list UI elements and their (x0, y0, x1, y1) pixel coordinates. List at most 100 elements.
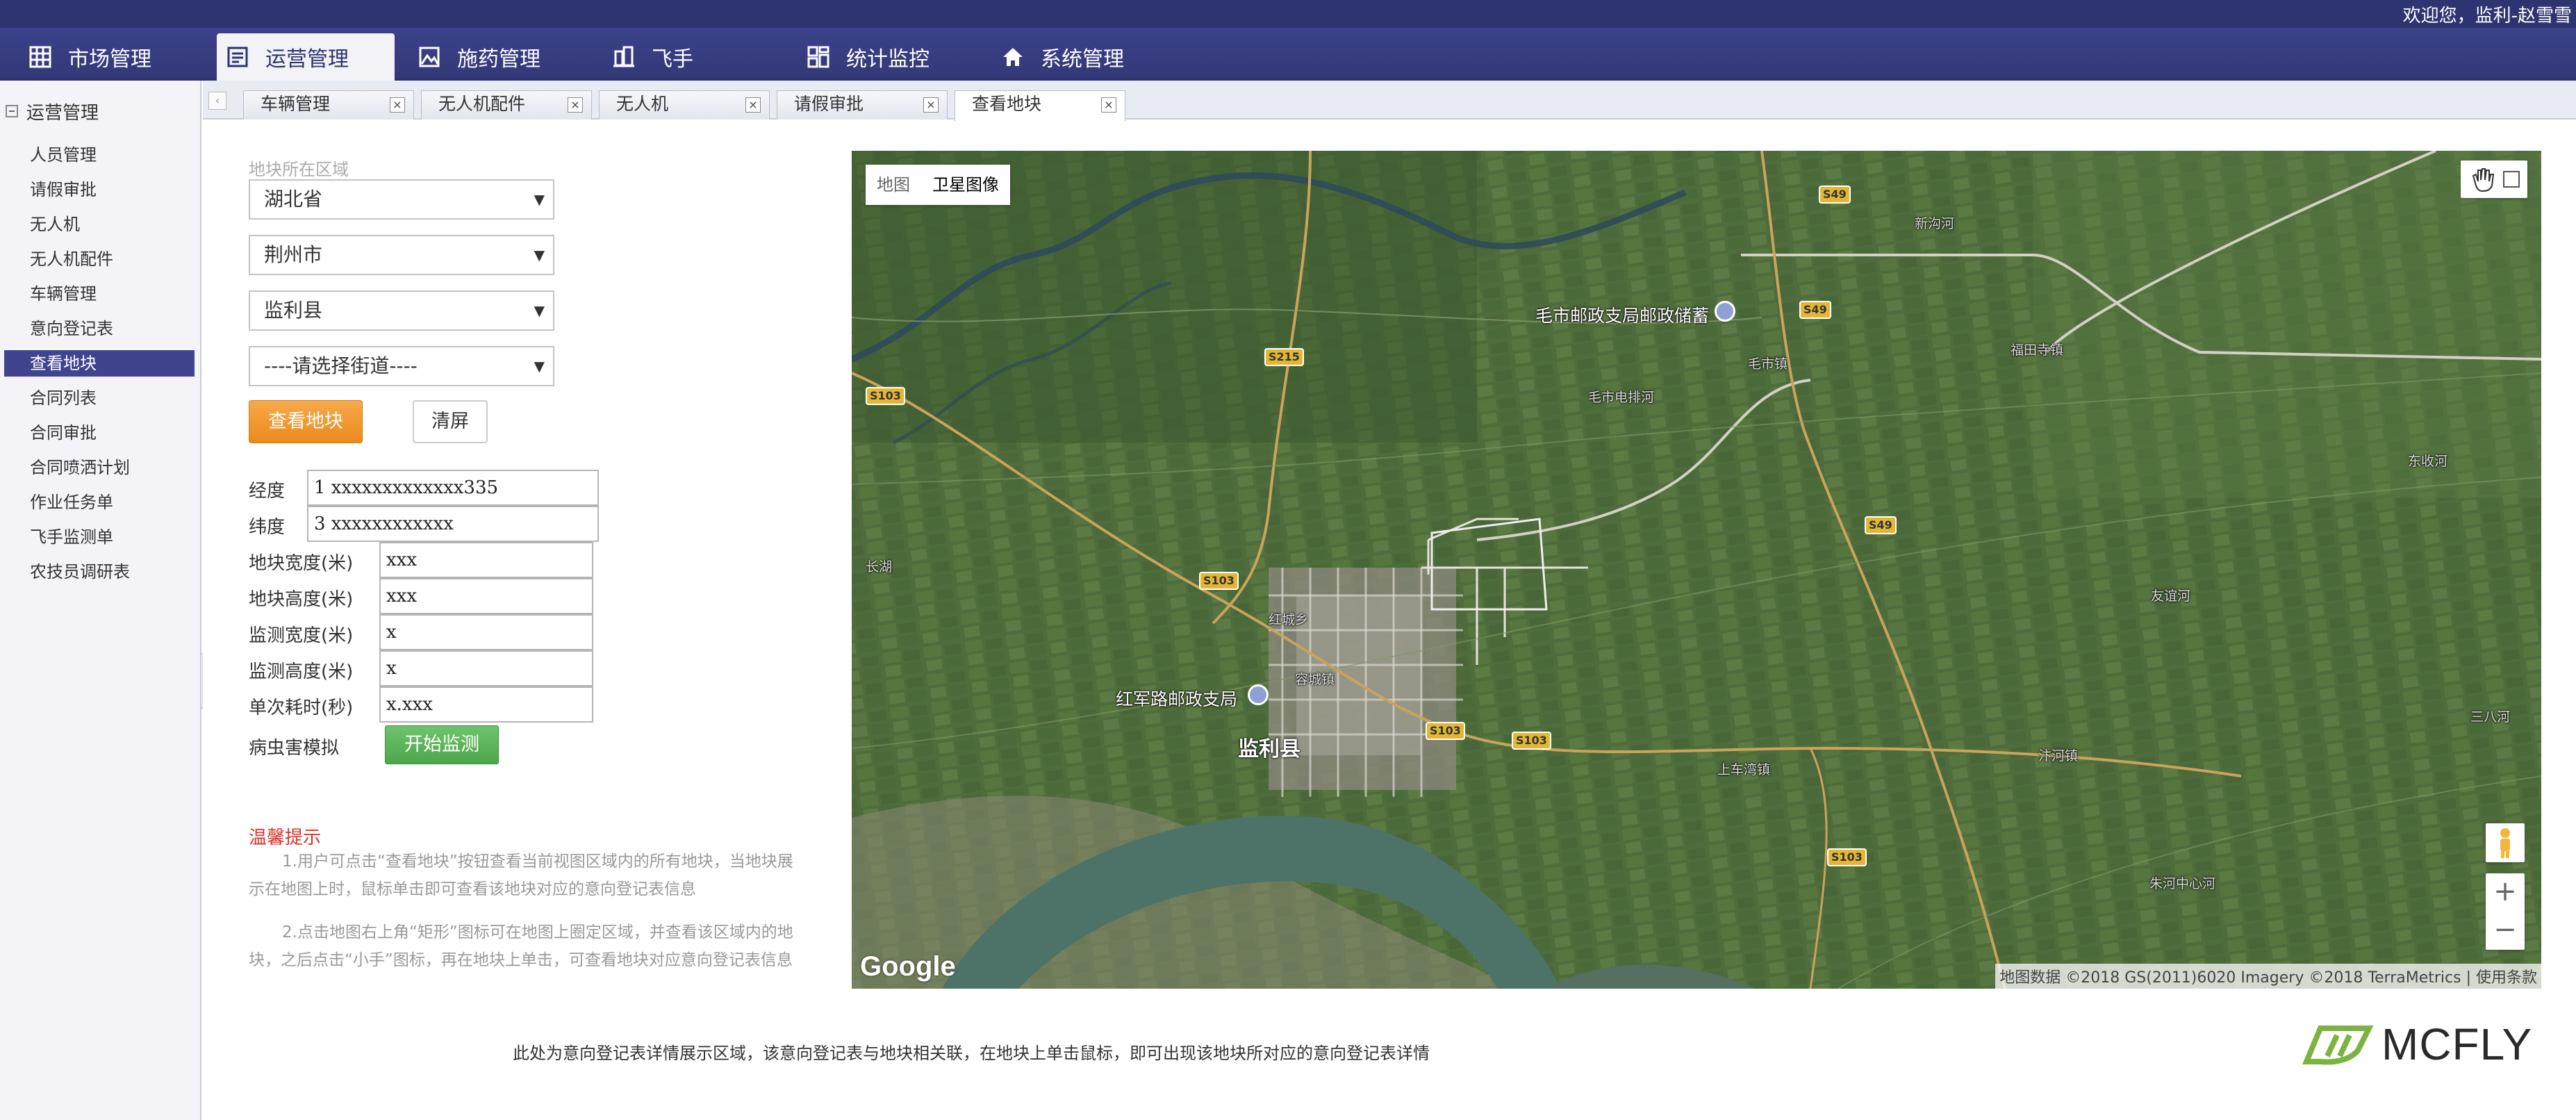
tab-vehicles[interactable]: 车辆管理 × (243, 90, 414, 120)
map-attribution[interactable]: 地图数据 ©2018 GS(2011)6020 Imagery ©2018 Te… (1995, 964, 2541, 989)
map-label-maoshidian: 毛市电排河 (1588, 390, 1655, 405)
dashboard-icon (807, 46, 829, 68)
sidebar-item-view-plots[interactable]: 查看地块 (4, 350, 195, 377)
tip-1: 1.用户可点击“查看地块”按钮查看当前视图区域内的所有地块，当地块展示在地图上时… (249, 853, 793, 898)
single-time-label: 单次耗时(秒) (249, 698, 354, 718)
collapse-minus-icon[interactable] (6, 105, 18, 117)
map-label-rongcheng: 容城镇 (1295, 672, 1335, 687)
nav-label: 市场管理 (68, 47, 151, 72)
zoom-out-button[interactable]: − (2486, 912, 2525, 950)
sidebar-item-drone-parts[interactable]: 无人机配件 (0, 246, 195, 272)
map-label-county: 监利县 (1238, 737, 1301, 761)
close-icon[interactable]: × (568, 97, 583, 113)
building-icon (613, 46, 634, 67)
road-shield: S103 (1199, 572, 1239, 590)
street-value: ----请选择街道---- (264, 354, 418, 377)
plot-height-label: 地块高度(米) (249, 589, 354, 610)
street-view-pegman-icon[interactable] (2486, 823, 2525, 862)
nav-statistics[interactable]: 统计监控 (778, 33, 973, 81)
road-shield: S49 (1819, 186, 1851, 204)
road-shield: S215 (1264, 348, 1304, 366)
street-select[interactable]: ----请选择街道---- ▼ (249, 346, 554, 386)
nav-system[interactable]: 系统管理 (973, 33, 1167, 81)
nav-spraying[interactable]: 施药管理 (389, 33, 584, 81)
sidebar-item-task-orders[interactable]: 作业任务单 (0, 489, 195, 516)
view-plots-button[interactable]: 查看地块 (249, 400, 363, 443)
sidebar-item-drone[interactable]: 无人机 (0, 211, 195, 238)
clear-screen-button[interactable]: 清屏 (413, 400, 488, 443)
sidebar-item-agro-survey[interactable]: 农技员调研表 (0, 559, 195, 585)
drawing-tools (2461, 160, 2527, 198)
tab-label: 车辆管理 (261, 94, 331, 114)
dropdown-arrow-icon: ▼ (534, 358, 545, 374)
map-label-youju: 友谊河 (2151, 588, 2191, 604)
start-monitoring-button[interactable]: 开始监测 (385, 725, 499, 764)
hand-icon[interactable] (2461, 160, 2494, 198)
zoom-in-button[interactable]: + (2486, 873, 2525, 912)
county-select[interactable]: 监利县 ▼ (249, 290, 554, 331)
sidebar-item-contract-approval[interactable]: 合同审批 (0, 420, 195, 446)
main-nav: 市场管理 运营管理 施药管理 飞手 统计监控 系统管理 (0, 28, 2576, 81)
road-shield: S103 (1512, 732, 1551, 750)
road-shield: S103 (866, 387, 905, 405)
latitude-label: 纬度 (249, 517, 286, 538)
close-icon[interactable]: × (390, 97, 405, 113)
tab-strip: ‹ 车辆管理 × 无人机配件 × 无人机 × 请假审批 × 查看地块 × (203, 81, 2576, 121)
plot-width-input[interactable]: xxx (379, 542, 593, 578)
home-icon (1003, 48, 1023, 66)
county-value: 监利县 (264, 299, 323, 322)
single-time-input[interactable]: x.xxx (379, 686, 593, 723)
city-select[interactable]: 荆州市 ▼ (249, 235, 554, 275)
post-office-poi-icon[interactable] (1248, 684, 1269, 705)
nav-operations[interactable]: 运营管理 (217, 33, 395, 81)
map-view[interactable]: 地图 卫星图像 + − Google 地图数据 ©2018 GS(2011)60… (852, 151, 2541, 989)
sidebar-item-pilot-monitor[interactable]: 飞手监测单 (0, 524, 195, 550)
pest-simulation-label: 病虫害模拟 (249, 738, 340, 759)
plot-height-input[interactable]: xxx (379, 578, 593, 614)
sidebar-title-label: 运营管理 (26, 102, 99, 124)
tab-drone[interactable]: 无人机 × (599, 90, 770, 120)
nav-market[interactable]: 市场管理 (0, 33, 208, 81)
plot-width-label: 地块宽度(米) (249, 553, 354, 574)
google-logo: Google (860, 951, 956, 982)
map-type-map[interactable]: 地图 (866, 165, 921, 205)
tab-drone-parts[interactable]: 无人机配件 × (421, 90, 592, 120)
tab-scroll-left-icon[interactable]: ‹ (208, 92, 226, 110)
nav-label: 统计监控 (846, 47, 930, 72)
tab-label: 无人机 (616, 94, 669, 114)
sidebar-item-intent-register[interactable]: 意向登记表 (0, 315, 195, 342)
rectangle-icon[interactable] (2494, 160, 2527, 198)
mcfly-logo-mark (2302, 1026, 2374, 1065)
top-bar: 欢迎您，监利-赵雪雪 (0, 0, 2576, 28)
province-select[interactable]: 湖北省 ▼ (249, 179, 554, 220)
grid-icon (29, 46, 51, 68)
post-office-poi-icon[interactable] (1715, 301, 1735, 322)
sidebar-item-leave-approval[interactable]: 请假审批 (0, 176, 195, 203)
sidebar-item-personnel[interactable]: 人员管理 (0, 142, 195, 168)
close-icon[interactable]: × (1101, 97, 1116, 113)
map-label-fenhe: 汴河镇 (2038, 748, 2079, 764)
sidebar-item-spray-plan[interactable]: 合同喷洒计划 (0, 454, 195, 481)
pegman-graphic (2500, 828, 2510, 858)
longitude-input[interactable]: 1 xxxxxxxxxxxxx335 (307, 470, 599, 506)
sidebar-item-contract-list[interactable]: 合同列表 (0, 385, 195, 411)
monitor-height-input[interactable]: x (379, 650, 593, 686)
sidebar-title[interactable]: 运营管理 (0, 96, 201, 126)
latitude-input[interactable]: 3 xxxxxxxxxxxx (307, 506, 599, 542)
sidebar-item-vehicles[interactable]: 车辆管理 (0, 281, 195, 307)
dropdown-arrow-icon: ▼ (534, 247, 545, 263)
close-icon[interactable]: × (745, 97, 761, 113)
road-shield: S49 (1799, 301, 1831, 319)
monitor-height-label: 监测高度(米) (249, 661, 354, 682)
tab-label: 查看地块 (972, 94, 1042, 114)
tab-view-plots[interactable]: 查看地块 × (955, 90, 1125, 121)
map-label-changhu: 长湖 (866, 559, 893, 575)
city-value: 荆州市 (264, 243, 323, 266)
tab-leave-approval[interactable]: 请假审批 × (777, 90, 948, 120)
monitor-width-input[interactable]: x (379, 614, 593, 650)
map-type-satellite[interactable]: 卫星图像 (921, 165, 1010, 205)
nav-pilot[interactable]: 飞手 (584, 33, 778, 81)
nav-label: 飞手 (652, 47, 693, 72)
close-icon[interactable]: × (923, 97, 939, 113)
road-shield: S103 (1827, 848, 1867, 866)
